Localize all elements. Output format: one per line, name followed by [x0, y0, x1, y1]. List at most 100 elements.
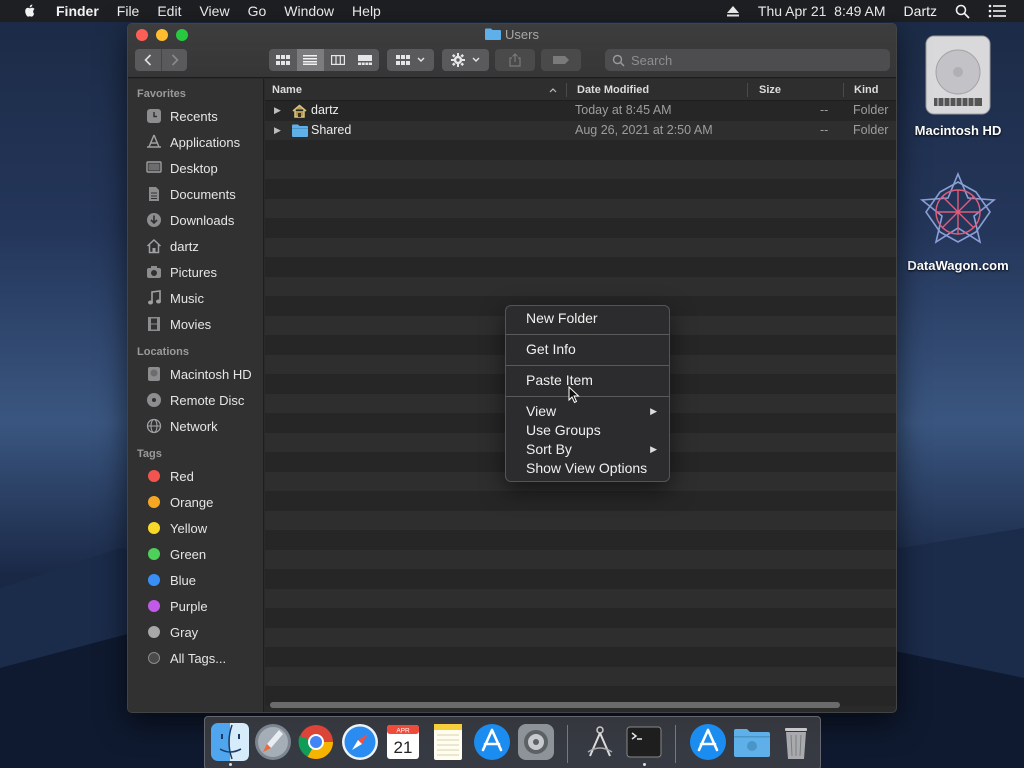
menu-item-use-groups[interactable]: Use Groups: [506, 421, 669, 440]
dock-system-preferences[interactable]: [516, 722, 556, 762]
menu-item-get-info[interactable]: Get Info: [506, 340, 669, 359]
file-name: Shared: [311, 122, 352, 137]
sidebar-tag-green[interactable]: Green: [128, 541, 263, 567]
sidebar-item-dartz[interactable]: dartz: [128, 233, 263, 259]
sidebar-all-tags[interactable]: All Tags...: [128, 645, 263, 671]
sidebar-tag-purple[interactable]: Purple: [128, 593, 263, 619]
menu-separator: [506, 365, 669, 366]
dock-safari[interactable]: [340, 722, 380, 762]
search-icon: [612, 54, 625, 67]
menu-view[interactable]: View: [199, 3, 229, 19]
sidebar-item-recents[interactable]: Recents: [128, 103, 263, 129]
menu-window[interactable]: Window: [284, 3, 334, 19]
dock-launchpad[interactable]: [253, 722, 293, 762]
sidebar-item-music[interactable]: Music: [128, 285, 263, 311]
empty-row: [265, 179, 896, 199]
menu-help[interactable]: Help: [352, 3, 381, 19]
menu-item-show-view-options[interactable]: Show View Options: [506, 459, 669, 478]
sidebar-item-documents[interactable]: Documents: [128, 181, 263, 207]
empty-row: [265, 140, 896, 160]
menu-go[interactable]: Go: [248, 3, 267, 19]
sidebar-heading-favorites: Favorites: [137, 88, 186, 100]
spotlight-search-icon[interactable]: [955, 4, 970, 19]
folder-icon: [734, 729, 770, 757]
column-header-date-modified[interactable]: Date Modified: [577, 79, 649, 101]
sidebar-tag-red[interactable]: Red: [128, 463, 263, 489]
gallery-view-button[interactable]: [352, 49, 380, 71]
eject-icon[interactable]: [726, 5, 740, 17]
sidebar-tag-blue[interactable]: Blue: [128, 567, 263, 593]
sidebar-item-movies[interactable]: Movies: [128, 311, 263, 337]
tag-button[interactable]: [541, 49, 581, 71]
applications-icon: [147, 134, 161, 148]
dock-trash[interactable]: [776, 722, 816, 762]
dock-downloads-folder[interactable]: [732, 722, 772, 762]
disclosure-triangle-icon[interactable]: ▶: [274, 101, 281, 121]
back-button[interactable]: [135, 49, 161, 71]
dock-app-store[interactable]: [472, 722, 512, 762]
menu-item-sort-by[interactable]: Sort By ▶: [506, 440, 669, 459]
icon-view-button[interactable]: [269, 49, 297, 71]
column-header-kind[interactable]: Kind: [854, 79, 878, 101]
sidebar-tag-gray[interactable]: Gray: [128, 619, 263, 645]
list-view-button[interactable]: [296, 49, 324, 71]
notification-center-icon[interactable]: [988, 4, 1006, 18]
desktop-icon-macintosh-hd[interactable]: Macintosh HD: [903, 32, 1013, 138]
system-preferences-icon: [518, 724, 554, 760]
menu-app-finder[interactable]: Finder: [56, 3, 99, 19]
share-button[interactable]: [495, 49, 535, 71]
column-header-size[interactable]: Size: [759, 79, 781, 101]
apple-menu-icon[interactable]: [20, 3, 40, 19]
sidebar-item-pictures[interactable]: Pictures: [128, 259, 263, 285]
dock-terminal[interactable]: [624, 722, 664, 762]
menu-file[interactable]: File: [117, 3, 140, 19]
tag-dot-icon: [148, 626, 160, 638]
dock-applications-folder[interactable]: [688, 722, 728, 762]
desktop-icon-datawagon[interactable]: DataWagon.com: [903, 170, 1013, 273]
sidebar-item-macintosh-hd[interactable]: Macintosh HD: [128, 361, 263, 387]
globe-icon: [146, 418, 162, 434]
action-menu-button[interactable]: [442, 49, 489, 71]
column-view-button[interactable]: [324, 49, 352, 71]
sidebar-item-label: Blue: [170, 572, 197, 588]
sidebar-item-label: Orange: [170, 494, 214, 510]
column-header: Name Date Modified Size Kind: [265, 79, 896, 101]
menu-edit[interactable]: Edit: [157, 3, 181, 19]
sidebar-item-remote-disc[interactable]: Remote Disc: [128, 387, 263, 413]
dock-finder[interactable]: [210, 722, 250, 762]
dock-calendar[interactable]: APR 21: [383, 722, 423, 762]
file-date: Aug 26, 2021 at 2:50 AM: [575, 122, 713, 137]
column-header-name[interactable]: Name: [272, 79, 302, 101]
window-titlebar[interactable]: Users Search: [128, 24, 896, 78]
menu-item-new-folder[interactable]: New Folder: [506, 309, 669, 328]
menu-item-paste-item[interactable]: Paste Item: [506, 371, 669, 390]
sidebar-item-desktop[interactable]: Desktop: [128, 155, 263, 181]
menu-separator: [506, 396, 669, 397]
search-field[interactable]: Search: [605, 49, 890, 71]
sidebar-item-network[interactable]: Network: [128, 413, 263, 439]
grid-icon: [395, 55, 410, 65]
folder-icon: [292, 124, 308, 137]
column-divider[interactable]: [747, 83, 748, 97]
disc-icon: [147, 393, 161, 407]
forward-button[interactable]: [161, 49, 187, 71]
disclosure-triangle-icon[interactable]: ▶: [274, 121, 281, 141]
menubar-clock[interactable]: Thu Apr 21 8:49 AM: [758, 3, 886, 19]
sidebar-item-label: Red: [170, 468, 194, 484]
sidebar-tag-yellow[interactable]: Yellow: [128, 515, 263, 541]
dock-notes[interactable]: [428, 722, 468, 762]
sidebar-item-applications[interactable]: Applications: [128, 129, 263, 155]
dock-screenshot[interactable]: [580, 722, 620, 762]
dock-chrome[interactable]: [296, 722, 336, 762]
group-by-button[interactable]: [387, 49, 434, 71]
menubar-user[interactable]: Dartz: [904, 3, 937, 19]
table-row[interactable]: ▶ dartz Today at 8:45 AM -- Folder: [265, 101, 896, 121]
column-divider[interactable]: [566, 83, 567, 97]
calendar-day: 21: [394, 738, 413, 757]
horizontal-scrollbar[interactable]: [270, 702, 840, 708]
sidebar-item-downloads[interactable]: Downloads: [128, 207, 263, 233]
menu-item-view[interactable]: View ▶: [506, 402, 669, 421]
column-divider[interactable]: [843, 83, 844, 97]
sidebar-tag-orange[interactable]: Orange: [128, 489, 263, 515]
table-row[interactable]: ▶ Shared Aug 26, 2021 at 2:50 AM -- Fold…: [265, 120, 896, 141]
